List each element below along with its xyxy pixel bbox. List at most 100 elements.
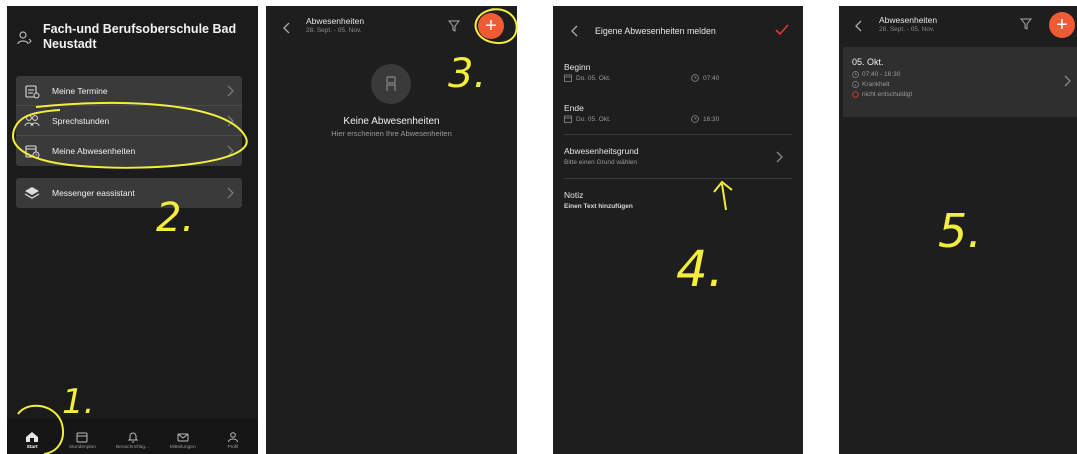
divider xyxy=(564,134,792,135)
entry-time-row: 07:40 - 16:30 xyxy=(852,71,900,78)
screen-abwesenheiten-empty: Abwesenheiten 28. Sept. - 05. Nov. + Kei… xyxy=(266,6,517,454)
clock-icon xyxy=(691,74,699,82)
tab-benachrichtigungen[interactable]: Benachrichtig... xyxy=(107,418,157,454)
bottom-tab-bar: Start Stundenplan Benachrichtig... Mitte… xyxy=(7,418,258,454)
plus-icon: + xyxy=(485,15,497,37)
back-chevron-icon[interactable] xyxy=(283,22,291,34)
status-circle-icon xyxy=(852,91,859,98)
menu-card-messenger: Messenger eassistant xyxy=(16,178,242,208)
divider xyxy=(564,178,792,179)
tab-label: Profil xyxy=(227,445,239,450)
people-icon xyxy=(24,114,40,126)
begin-date-field[interactable]: Do. 05. Okt. xyxy=(564,74,611,82)
page-title: Abwesenheiten xyxy=(879,15,938,25)
reason-placeholder: Bitte einen Grund wählen xyxy=(564,159,637,166)
bell-icon xyxy=(127,432,138,443)
calendar-clock-icon xyxy=(25,145,40,159)
confirm-check-icon[interactable] xyxy=(775,24,789,36)
end-date-value: Do. 05. Okt. xyxy=(576,115,611,123)
entry-date: 05. Okt. xyxy=(852,57,884,67)
person-icon xyxy=(227,432,238,443)
end-label: Ende xyxy=(564,103,584,113)
mail-icon xyxy=(177,433,189,442)
menu-item-label: Sprechstunden xyxy=(52,115,110,126)
empty-state-illustration xyxy=(371,64,411,104)
screen-abwesenheiten-list: Abwesenheiten 28. Sept. - 05. Nov. + 05.… xyxy=(839,6,1077,454)
chair-icon xyxy=(386,76,396,91)
school-name-line2: Neustadt xyxy=(43,37,97,51)
entry-status: nicht entschuldigt xyxy=(862,91,913,98)
entry-status-row: nicht entschuldigt xyxy=(852,91,912,98)
user-switch-icon[interactable] xyxy=(17,30,35,52)
empty-state-subtitle: Hier erscheinen Ihre Abwesenheiten xyxy=(331,129,452,138)
absence-entry[interactable]: 05. Okt. 07:40 - 16:30 Krankheit nicht e… xyxy=(843,47,1077,117)
tab-start[interactable]: Start xyxy=(7,418,57,454)
begin-time-value: 07:40 xyxy=(703,74,720,82)
end-time-field[interactable]: 16:30 xyxy=(691,115,719,123)
layers-icon xyxy=(24,187,40,199)
back-chevron-icon[interactable] xyxy=(855,20,863,32)
reason-field[interactable]: Abwesenheitsgrund Bitte einen Grund wähl… xyxy=(553,140,803,176)
note-placeholder: Einen Text hinzufügen xyxy=(564,203,633,210)
screen-start: Fach-und Berufsoberschule Bad Neustadt M… xyxy=(7,6,258,454)
plus-icon: + xyxy=(1056,14,1068,36)
tab-profil[interactable]: Profil xyxy=(208,418,258,454)
menu-item-meine-termine[interactable]: Meine Termine xyxy=(16,76,242,106)
menu-item-label: Meine Termine xyxy=(52,85,108,96)
school-name: Fach-und Berufsoberschule Bad Neustadt xyxy=(43,22,236,52)
page-title: Abwesenheiten xyxy=(306,16,365,26)
tutorial-collage: Fach-und Berufsoberschule Bad Neustadt M… xyxy=(0,0,1077,454)
home-icon xyxy=(26,432,39,442)
info-icon xyxy=(852,81,859,88)
menu-card-main: Meine Termine Sprechstunden Meine Abwese… xyxy=(16,76,242,166)
empty-state-title: Keine Abwesenheiten xyxy=(343,116,440,127)
chevron-right-icon xyxy=(227,145,234,157)
note-label: Notiz xyxy=(564,190,584,200)
clock-icon xyxy=(691,115,699,123)
end-date-field[interactable]: Do. 05. Okt. xyxy=(564,115,611,123)
chevron-right-icon xyxy=(227,187,234,199)
reason-label: Abwesenheitsgrund xyxy=(564,146,639,156)
chevron-right-icon xyxy=(776,151,783,163)
calendar-icon xyxy=(564,115,572,123)
nav-header: Abwesenheiten 28. Sept. - 05. Nov. xyxy=(306,16,364,34)
note-field[interactable]: Notiz Einen Text hinzufügen xyxy=(553,184,803,214)
filter-icon[interactable] xyxy=(1020,18,1032,30)
begin-time-field[interactable]: 07:40 xyxy=(691,74,719,82)
begin-label: Beginn xyxy=(564,62,591,72)
tab-label: Mitteilungen xyxy=(169,445,196,450)
calendar-icon xyxy=(76,432,88,443)
chevron-right-icon xyxy=(227,85,234,97)
school-name-line1: Fach-und Berufsoberschule Bad xyxy=(43,22,237,36)
screen-abwesenheit-melden: Eigene Abwesenheiten melden Beginn Do. 0… xyxy=(553,6,803,454)
calendar-list-icon xyxy=(25,84,40,98)
entry-reason-row: Krankheit xyxy=(852,81,889,88)
school-header: Fach-und Berufsoberschule Bad Neustadt xyxy=(17,22,252,52)
menu-item-label: Meine Abwesenheiten xyxy=(52,146,136,156)
date-range[interactable]: 28. Sept. - 05. Nov. xyxy=(879,26,937,33)
filter-icon[interactable] xyxy=(448,20,460,32)
menu-item-meine-abwesenheiten[interactable]: Meine Abwesenheiten xyxy=(16,136,242,166)
tab-label: Start xyxy=(26,445,38,450)
back-chevron-icon[interactable] xyxy=(571,25,579,37)
entry-reason: Krankheit xyxy=(862,81,890,88)
nav-header: Eigene Abwesenheiten melden xyxy=(567,24,789,40)
calendar-icon xyxy=(564,74,572,82)
menu-item-sprechstunden[interactable]: Sprechstunden xyxy=(16,106,242,136)
tab-stundenplan[interactable]: Stundenplan xyxy=(57,418,107,454)
end-time-value: 16:30 xyxy=(703,115,720,123)
tab-label: Stundenplan xyxy=(68,445,96,450)
tab-mitteilungen[interactable]: Mitteilungen xyxy=(158,418,208,454)
chevron-right-icon xyxy=(1064,75,1071,87)
chevron-right-icon xyxy=(227,115,234,127)
begin-date-value: Do. 05. Okt. xyxy=(576,74,611,82)
page-title: Eigene Abwesenheiten melden xyxy=(595,26,716,36)
nav-header: Abwesenheiten 28. Sept. - 05. Nov. xyxy=(879,15,937,33)
date-range[interactable]: 28. Sept. - 05. Nov. xyxy=(306,27,364,34)
add-button[interactable]: + xyxy=(478,13,504,39)
clock-icon xyxy=(852,71,859,78)
entry-time: 07:40 - 16:30 xyxy=(862,71,901,78)
menu-item-messenger[interactable]: Messenger eassistant xyxy=(16,178,242,208)
add-button[interactable]: + xyxy=(1049,12,1075,38)
tab-label: Benachrichtig... xyxy=(115,445,150,450)
